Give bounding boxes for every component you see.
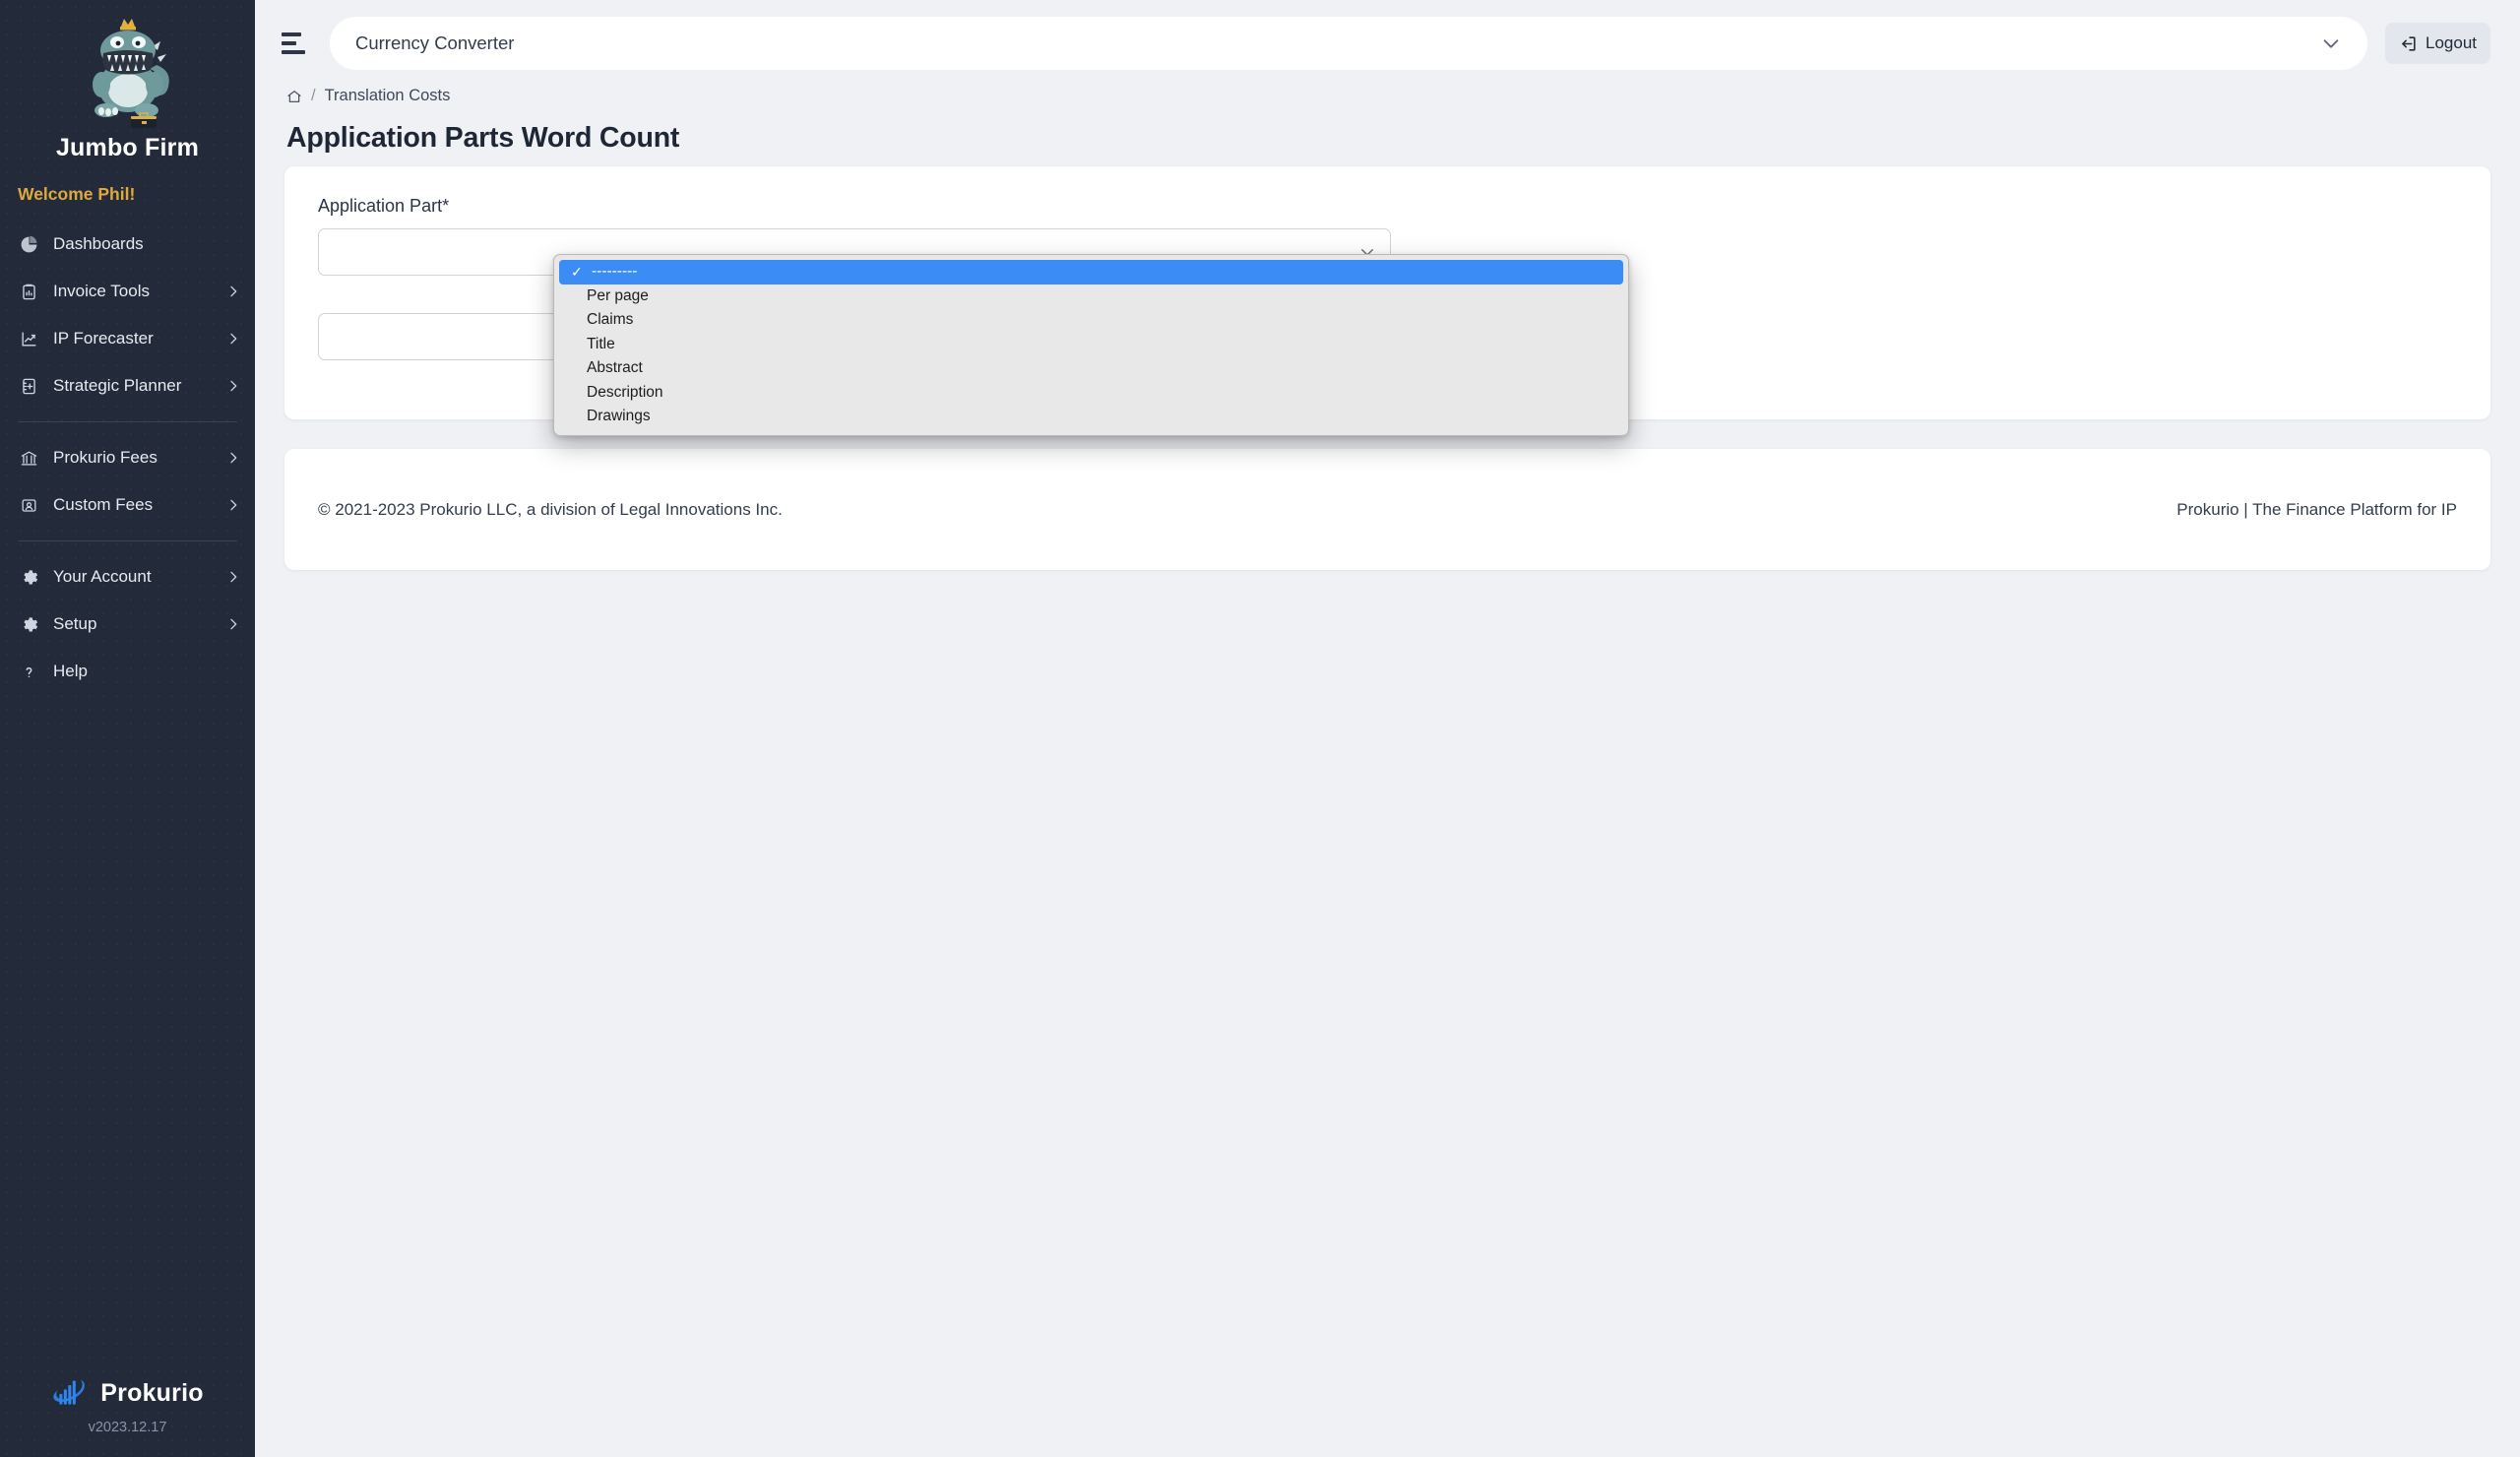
- logout-button[interactable]: Logout: [2385, 23, 2490, 64]
- breadcrumb-item-translation-costs[interactable]: Translation Costs: [325, 87, 451, 105]
- question-mark-icon: [18, 661, 39, 682]
- clipboard-chart-icon: [18, 281, 39, 302]
- sidebar-item-dashboards[interactable]: Dashboards: [0, 221, 255, 268]
- app-select[interactable]: Currency Converter: [330, 17, 2367, 70]
- sidebar-brand: Jumbo Firm: [0, 0, 255, 162]
- application-part-dropdown-popup[interactable]: ✓ --------- Per page Claims Title Abstra…: [553, 254, 1629, 436]
- pie-chart-icon: [18, 233, 39, 255]
- sidebar-item-your-account[interactable]: Your Account: [0, 553, 255, 601]
- main-area: Currency Converter Logout / Translation …: [255, 0, 2520, 1457]
- sidebar-item-label: Your Account: [53, 567, 152, 586]
- dropdown-option-label: Claims: [587, 311, 634, 329]
- logout-label: Logout: [2426, 33, 2477, 52]
- dropdown-option-label: ---------: [592, 263, 638, 281]
- gear-icon: [18, 613, 39, 635]
- copyright-text: © 2021-2023 Prokurio LLC, a division of …: [318, 499, 783, 519]
- dropdown-option-label: Drawings: [587, 408, 651, 425]
- chevron-right-icon: [225, 378, 241, 394]
- footer-brand-name: Prokurio: [100, 1378, 204, 1407]
- notebook-plus-icon: [18, 375, 39, 397]
- application-part-label: Application Part*: [318, 196, 450, 216]
- sidebar-item-help[interactable]: Help: [0, 648, 255, 695]
- sidebar-item-strategic-planner[interactable]: Strategic Planner: [0, 362, 255, 410]
- sidebar-item-label: Help: [53, 662, 88, 680]
- sidebar-item-label: Setup: [53, 614, 97, 633]
- bank-icon: [18, 447, 39, 469]
- page-footer: © 2021-2023 Prokurio LLC, a division of …: [284, 449, 2490, 570]
- dropdown-option-label: Title: [587, 335, 615, 352]
- sidebar-nav: Dashboards Invoice Tools IP Forecaster S…: [0, 221, 255, 695]
- prokurio-bars-orbit-logo: [53, 1379, 86, 1405]
- jumbo-mascot-logo: [92, 19, 169, 128]
- sidebar-divider: [18, 421, 237, 422]
- app-root: Jumbo Firm Welcome Phil! Dashboards Invo…: [0, 0, 2520, 1457]
- sidebar-item-label: IP Forecaster: [53, 329, 154, 348]
- id-card-icon: [18, 494, 39, 516]
- sidebar-item-label: Strategic Planner: [53, 376, 182, 395]
- welcome-message: Welcome Phil!: [18, 184, 136, 204]
- sidebar-item-label: Invoice Tools: [53, 282, 150, 300]
- sidebar: Jumbo Firm Welcome Phil! Dashboards Invo…: [0, 0, 255, 1457]
- topbar: Currency Converter Logout: [255, 0, 2520, 87]
- chevron-right-icon: [225, 497, 241, 513]
- sidebar-item-invoice-tools[interactable]: Invoice Tools: [0, 268, 255, 315]
- tagline-text: Prokurio | The Finance Platform for IP: [2176, 499, 2457, 519]
- sidebar-item-label: Dashboards: [53, 234, 144, 253]
- breadcrumb-separator: /: [311, 87, 316, 104]
- app-select-value: Currency Converter: [355, 32, 515, 53]
- check-icon: ✓: [571, 264, 583, 281]
- chevron-right-icon: [225, 569, 241, 585]
- app-version: v2023.12.17: [88, 1420, 167, 1435]
- sidebar-item-label: Custom Fees: [53, 495, 154, 514]
- sidebar-footer: Prokurio v2023.12.17: [0, 1376, 255, 1457]
- dropdown-option[interactable]: Drawings: [554, 405, 1628, 429]
- sidebar-item-prokurio-fees[interactable]: Prokurio Fees: [0, 434, 255, 481]
- trend-chart-icon: [18, 328, 39, 349]
- sign-out-icon: [2399, 34, 2418, 53]
- chevron-right-icon: [225, 616, 241, 632]
- sidebar-item-setup[interactable]: Setup: [0, 601, 255, 648]
- home-icon[interactable]: [286, 89, 302, 104]
- chevron-down-icon: [2320, 32, 2342, 54]
- dropdown-option[interactable]: Title: [554, 333, 1628, 357]
- dropdown-option[interactable]: ✓ ---------: [559, 260, 1623, 285]
- hamburger-menu-icon[interactable]: [279, 27, 312, 60]
- dropdown-option[interactable]: Per page: [554, 285, 1628, 309]
- sidebar-divider: [18, 540, 237, 541]
- dropdown-option-label: Description: [587, 383, 663, 401]
- sidebar-item-label: Prokurio Fees: [53, 448, 158, 467]
- brand-name: Jumbo Firm: [55, 134, 200, 161]
- sidebar-item-ip-forecaster[interactable]: IP Forecaster: [0, 315, 255, 362]
- page-title: Application Parts Word Count: [286, 122, 680, 154]
- breadcrumb: / Translation Costs: [284, 87, 2490, 105]
- dropdown-option[interactable]: Abstract: [554, 356, 1628, 381]
- chevron-right-icon: [225, 450, 241, 466]
- chevron-right-icon: [225, 331, 241, 347]
- dropdown-option[interactable]: Description: [554, 381, 1628, 406]
- sidebar-item-custom-fees[interactable]: Custom Fees: [0, 481, 255, 529]
- dropdown-option[interactable]: Claims: [554, 308, 1628, 333]
- dropdown-option-label: Abstract: [587, 359, 643, 377]
- dropdown-option-label: Per page: [587, 286, 649, 304]
- chevron-right-icon: [225, 284, 241, 299]
- gear-icon: [18, 566, 39, 588]
